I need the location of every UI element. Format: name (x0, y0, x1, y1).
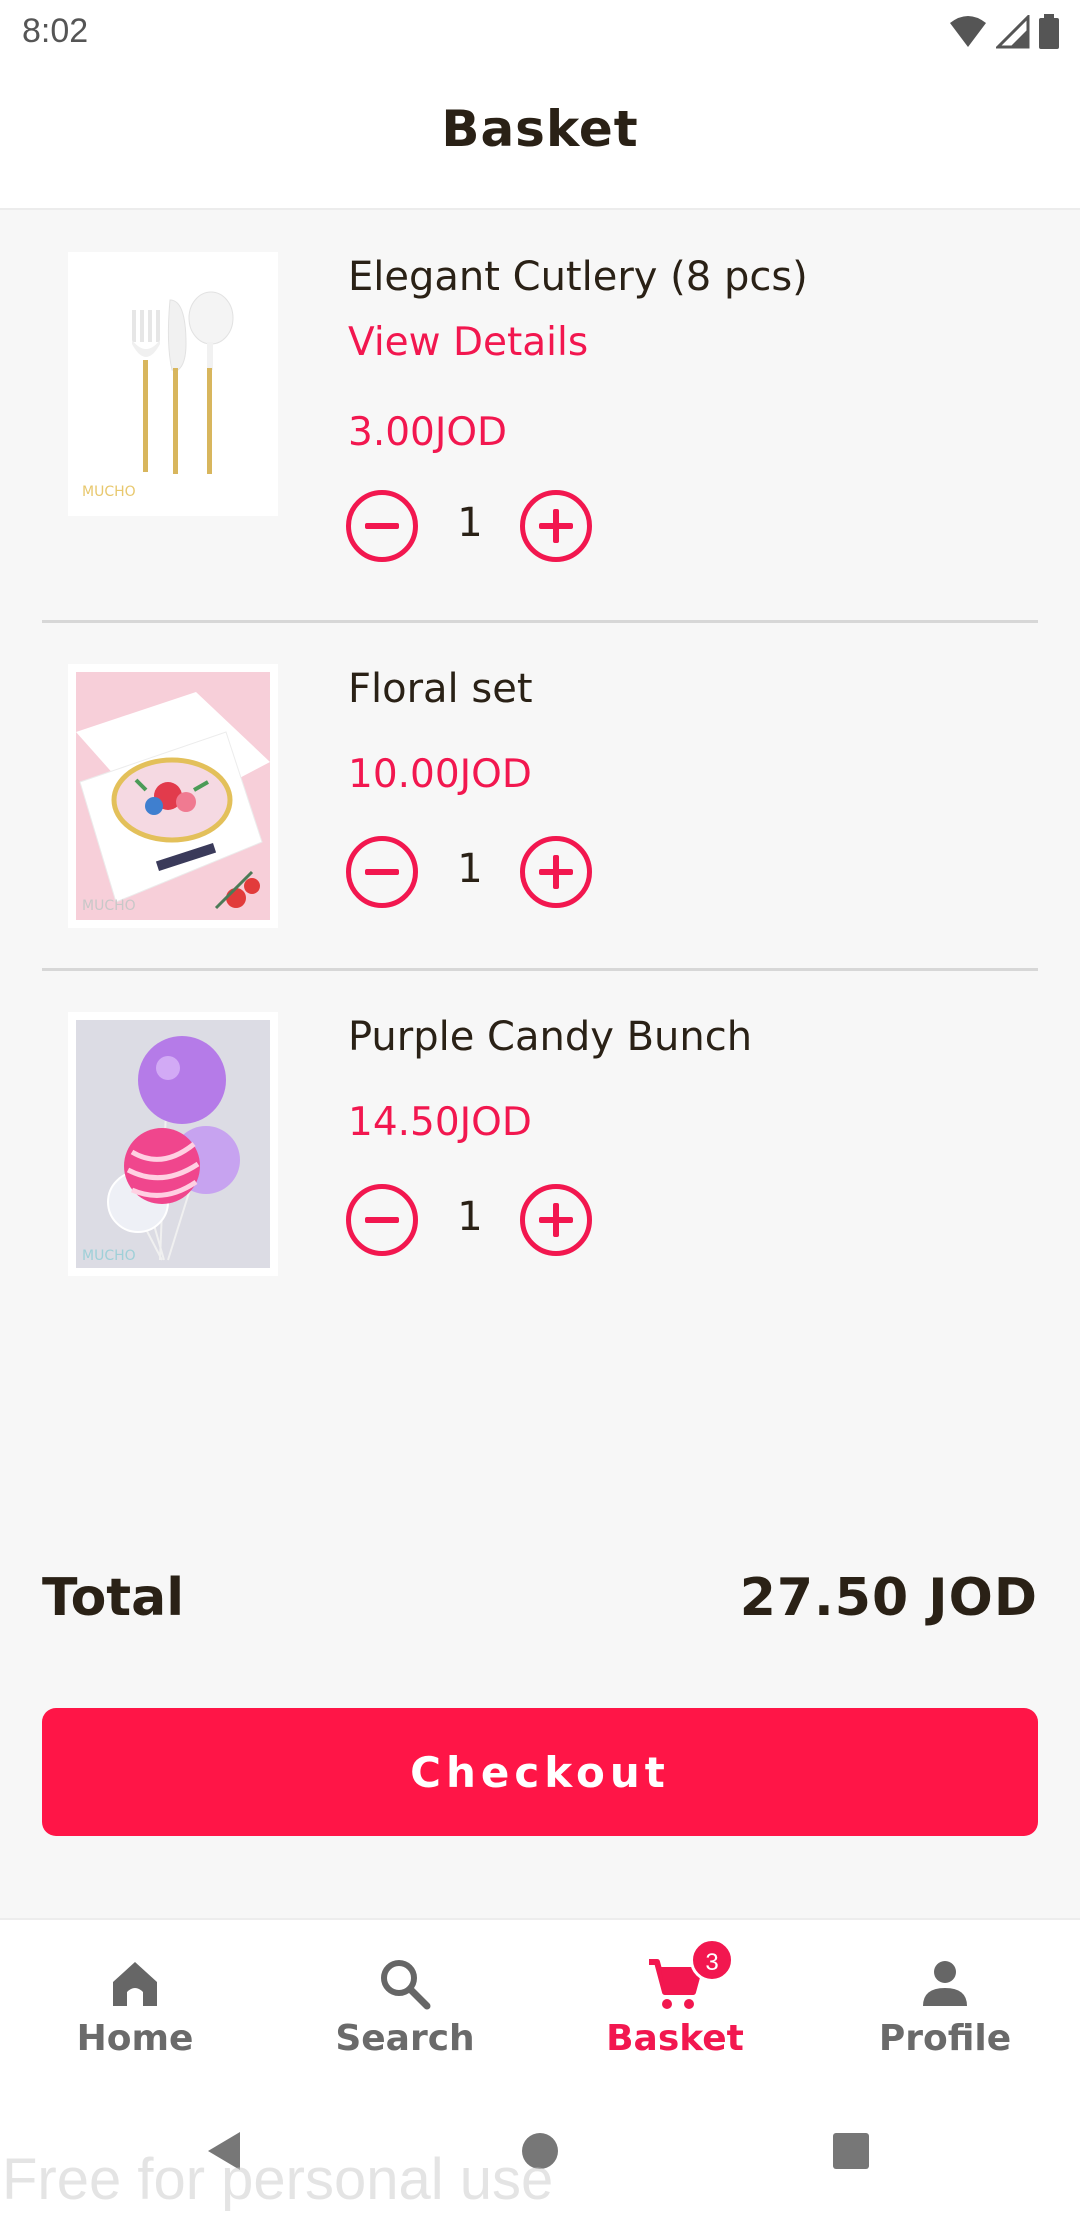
signal-icon (996, 15, 1030, 49)
nav-item-profile[interactable]: Profile (810, 1920, 1080, 2090)
recents-icon[interactable] (826, 2126, 876, 2176)
quantity-stepper: 1 (346, 1184, 592, 1256)
floral-plates-image[interactable]: MUCHO (68, 664, 278, 928)
basket-item: MUCHO Floral set 10.00JOD 1 (42, 626, 1038, 970)
quantity-value: 1 (457, 1194, 483, 1240)
plus-icon-vertical (553, 1203, 559, 1237)
item-name: Elegant Cutlery (8 pcs) (348, 254, 808, 300)
app-header: Basket (0, 64, 1080, 210)
floral-plates-illustration: MUCHO (76, 672, 270, 920)
battery-icon (1039, 14, 1059, 49)
minus-icon (365, 869, 399, 875)
nav-item-search[interactable]: Search (270, 1920, 540, 2090)
plus-icon-vertical (553, 509, 559, 543)
quantity-stepper: 1 (346, 836, 592, 908)
increase-quantity-button[interactable] (520, 836, 592, 908)
nav-label-profile: Profile (878, 2018, 1012, 2059)
nav-label-basket: Basket (606, 2018, 744, 2059)
cart-count-badge: 3 (690, 1938, 734, 1982)
search-icon (381, 1960, 431, 2010)
status-bar: 8:02 (0, 0, 1080, 64)
nav-item-home[interactable]: Home (0, 1920, 270, 2090)
cutlery-image[interactable]: MUCHO (68, 252, 278, 516)
basket-item: MUCHO Purple Candy Bunch 14.50JOD 1 (42, 974, 1038, 1318)
total-value: 27.50 JOD (739, 1568, 1038, 1628)
svg-text:MUCHO: MUCHO (82, 484, 136, 500)
quantity-stepper: 1 (346, 490, 592, 562)
item-divider (42, 968, 1038, 971)
item-divider (42, 620, 1038, 623)
increase-quantity-button[interactable] (520, 490, 592, 562)
wifi-icon (950, 16, 986, 47)
home-icon (113, 1962, 157, 2006)
status-time: 8:02 (22, 12, 89, 50)
checkout-button[interactable]: Checkout (42, 1708, 1038, 1836)
balloons-illustration: MUCHO (76, 1020, 270, 1268)
item-name: Floral set (348, 666, 533, 712)
item-price: 3.00JOD (348, 410, 508, 455)
nav-label-home: Home (76, 2018, 194, 2059)
total-label: Total (42, 1568, 185, 1628)
status-icons (948, 14, 1060, 50)
view-details-link[interactable]: View Details (348, 320, 588, 365)
svg-text:MUCHO: MUCHO (82, 1248, 136, 1264)
item-price: 14.50JOD (348, 1100, 532, 1145)
decrease-quantity-button[interactable] (346, 836, 418, 908)
balloons-image[interactable]: MUCHO (68, 1012, 278, 1276)
decrease-quantity-button[interactable] (346, 490, 418, 562)
watermark-text: Free for personal use (2, 2147, 554, 2212)
minus-icon (365, 523, 399, 529)
item-name: Purple Candy Bunch (348, 1014, 753, 1060)
item-price: 10.00JOD (348, 752, 532, 797)
quantity-value: 1 (457, 500, 483, 546)
increase-quantity-button[interactable] (520, 1184, 592, 1256)
svg-text:MUCHO: MUCHO (82, 898, 136, 914)
bottom-nav: Home Search 3 Basket Profile (0, 1918, 1080, 2088)
minus-icon (365, 1217, 399, 1223)
basket-item: MUCHO Elegant Cutlery (8 pcs) View Detai… (42, 212, 1038, 622)
person-icon (923, 1961, 967, 2006)
quantity-value: 1 (457, 846, 483, 892)
nav-label-search: Search (335, 2018, 475, 2059)
plus-icon-vertical (553, 855, 559, 889)
nav-item-basket[interactable]: 3 Basket (540, 1920, 810, 2090)
cutlery-illustration: MUCHO (76, 260, 270, 508)
decrease-quantity-button[interactable] (346, 1184, 418, 1256)
page-title: Basket (441, 100, 639, 158)
